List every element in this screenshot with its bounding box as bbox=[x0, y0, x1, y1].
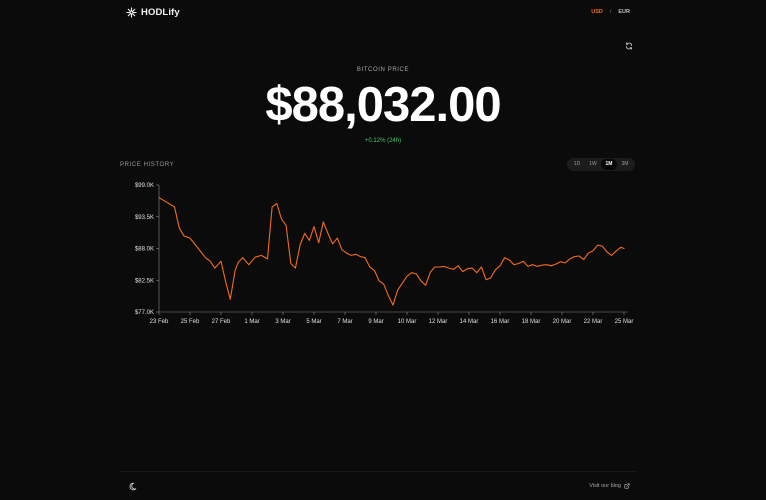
x-tick-label: 20 Mar bbox=[553, 319, 572, 325]
external-link-icon bbox=[624, 483, 630, 489]
price-line bbox=[158, 197, 625, 306]
x-tick-label: 3 Mar bbox=[275, 319, 290, 325]
price-history-chart: $99.0K $93.5K $88.0K $82.5K $77.0K 23 Feb 25 F… bbox=[135, 183, 634, 325]
blog-link-label: Visit our blog bbox=[589, 483, 621, 489]
range-1d[interactable]: 1D bbox=[569, 159, 585, 170]
currency-usd[interactable]: USD bbox=[591, 9, 603, 15]
currency-eur[interactable]: EUR bbox=[618, 9, 630, 15]
x-tick-label: 10 Mar bbox=[398, 319, 417, 325]
x-tick-label: 16 Mar bbox=[491, 319, 510, 325]
y-tick-label: $99.0K bbox=[135, 183, 154, 189]
price-label: BITCOIN PRICE bbox=[356, 67, 410, 73]
x-tick-label: 12 Mar bbox=[429, 319, 448, 325]
x-tick-label: 9 Mar bbox=[368, 319, 383, 325]
y-tick-label: $88.0K bbox=[135, 247, 154, 253]
x-tick-label: 23 Feb bbox=[150, 319, 169, 325]
currency-separator: / bbox=[609, 9, 612, 15]
x-tick-label: 25 Mar bbox=[615, 319, 634, 325]
bitcoin-price: $88,032.00 bbox=[265, 78, 501, 132]
x-tick-label: 18 Mar bbox=[522, 319, 541, 325]
y-tick-label: $93.5K bbox=[135, 215, 154, 221]
theme-toggle-icon[interactable] bbox=[128, 482, 137, 491]
brand-name: HODLify bbox=[141, 7, 180, 18]
top-bar: HODLify USD / EUR bbox=[0, 0, 766, 26]
blog-link[interactable]: Visit our blog bbox=[589, 483, 630, 489]
x-tick-label: 25 Feb bbox=[181, 319, 200, 325]
price-history-label: PRICE HISTORY bbox=[120, 162, 175, 168]
brand[interactable]: HODLify bbox=[126, 7, 180, 18]
price-change-24h: +0.12% (24h) bbox=[364, 138, 402, 144]
x-tick-label: 22 Mar bbox=[584, 319, 603, 325]
y-tick-label: $77.0K bbox=[135, 310, 154, 316]
x-tick-label: 14 Mar bbox=[460, 319, 479, 325]
bitcoin-snowflake-icon bbox=[126, 7, 137, 18]
range-selector: 1D 1W 1M 3M bbox=[567, 158, 635, 171]
x-tick-label: 7 Mar bbox=[337, 319, 352, 325]
x-tick-label: 1 Mar bbox=[244, 319, 259, 325]
range-1m[interactable]: 1M bbox=[601, 159, 617, 170]
range-3m[interactable]: 3M bbox=[617, 159, 633, 170]
refresh-icon[interactable] bbox=[625, 42, 633, 50]
footer-divider bbox=[120, 471, 636, 472]
x-tick-label: 5 Mar bbox=[306, 319, 321, 325]
range-1w[interactable]: 1W bbox=[585, 159, 601, 170]
currency-switcher: USD / EUR bbox=[591, 9, 630, 15]
y-tick-label: $82.5K bbox=[135, 278, 154, 284]
x-tick-label: 27 Feb bbox=[212, 319, 231, 325]
